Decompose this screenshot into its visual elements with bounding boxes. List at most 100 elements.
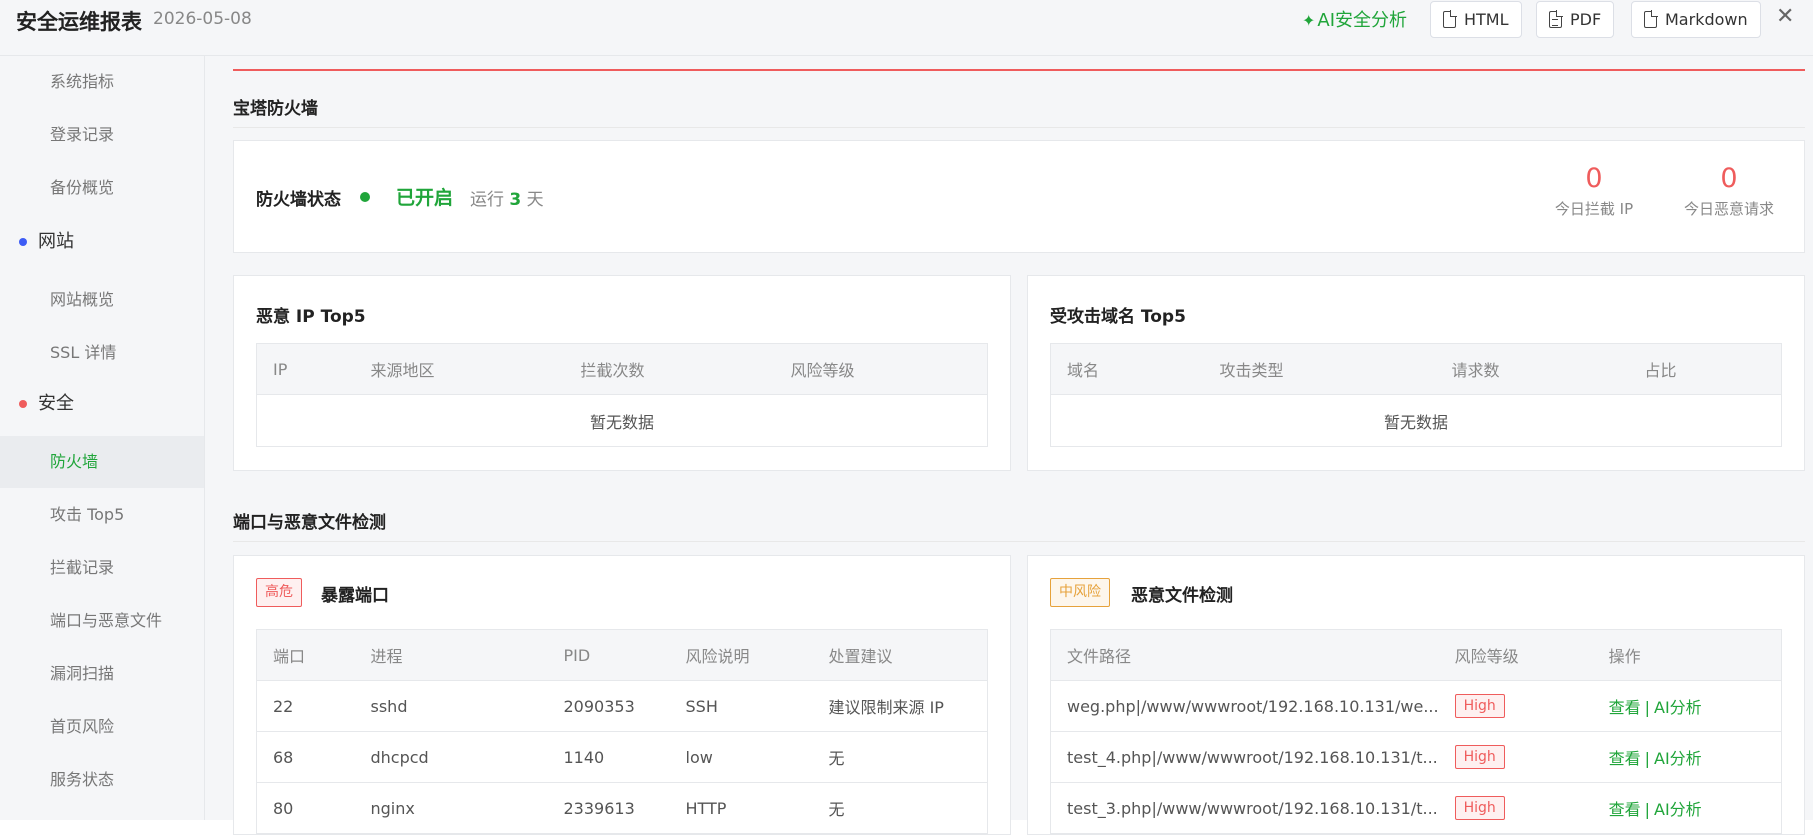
- export-html-button[interactable]: HTML: [1430, 1, 1522, 38]
- table-row: 暂无数据: [1050, 394, 1782, 447]
- sidebar-group-label: 安全: [38, 393, 74, 414]
- column-header: 端口: [256, 629, 355, 681]
- column-header: 风险等级: [774, 343, 988, 395]
- cell-risk: High: [1438, 782, 1593, 834]
- divider: [233, 541, 1805, 542]
- stat-value: 0: [1720, 163, 1738, 194]
- column-header: IP: [256, 343, 355, 395]
- sidebar-item-port-malware[interactable]: 端口与恶意文件: [0, 595, 204, 647]
- table-row: 暂无数据: [256, 394, 988, 447]
- malicious-ip-table: IP 来源地区 拦截次数 风险等级 暂无数据: [256, 343, 988, 447]
- cell-suggestion: 无: [812, 782, 988, 834]
- table-row: 68 dhcpcd 1140 low 无: [256, 731, 988, 783]
- risk-badge: High: [1454, 745, 1505, 769]
- ai-analysis-button[interactable]: ✦ AI安全分析: [1302, 6, 1407, 32]
- ai-analysis-link[interactable]: AI分析: [1654, 749, 1702, 768]
- cell-risk-desc: SSH: [669, 680, 813, 732]
- uptime-suffix: 天: [526, 190, 544, 210]
- cell-file-path: test_4.php|/www/wwwroot/192.168.10.131/t…: [1049, 731, 1439, 783]
- uptime-prefix: 运行: [470, 190, 504, 210]
- cell-port: 22: [256, 680, 355, 732]
- malicious-file-table: 文件路径 风险等级 操作 weg.php|/www/wwwroot/192.16…: [1049, 629, 1782, 834]
- export-markdown-button[interactable]: Markdown: [1631, 1, 1761, 38]
- sidebar-item-website-overview[interactable]: 网站概览: [0, 274, 204, 326]
- section-top-divider: [233, 69, 1805, 71]
- status-dot-icon: [360, 192, 370, 202]
- sparkle-icon: ✦: [1302, 11, 1316, 30]
- top-header: 安全运维报表 2026-05-08 ✦ AI安全分析 HTML PDF Markd…: [0, 0, 1813, 56]
- risk-tag-high: 高危: [256, 578, 302, 607]
- column-header: 进程: [354, 629, 548, 681]
- column-header: 操作: [1592, 629, 1782, 681]
- column-header: 占比: [1628, 343, 1782, 395]
- exposed-ports-table: 端口 进程 PID 风险说明 处置建议 22 sshd 2090353 SSH …: [256, 629, 988, 834]
- table-header-row: 文件路径 风险等级 操作: [1049, 629, 1782, 681]
- port-file-section-title: 端口与恶意文件检测: [233, 513, 386, 533]
- stat-malicious-requests: 0 今日恶意请求: [1664, 163, 1794, 219]
- cell-actions: 查看 | AI分析: [1592, 731, 1782, 783]
- column-header: 域名: [1050, 343, 1204, 395]
- firewall-section-title: 宝塔防火墙: [233, 99, 318, 119]
- group-dot-icon: [19, 238, 27, 246]
- table-row: 80 nginx 2339613 HTTP 无: [256, 782, 988, 834]
- sidebar-item-service-status[interactable]: 服务状态: [0, 754, 204, 806]
- column-header: 文件路径: [1049, 629, 1439, 681]
- table-header-row: 域名 攻击类型 请求数 占比: [1050, 343, 1782, 395]
- cell-actions: 查看 | AI分析: [1592, 782, 1782, 834]
- file-icon: [1644, 10, 1658, 28]
- sidebar-item-login-records[interactable]: 登录记录: [0, 109, 204, 161]
- column-header: 拦截次数: [564, 343, 775, 395]
- cell-process: nginx: [354, 782, 548, 834]
- table-row: weg.php|/www/wwwroot/192.168.10.131/we..…: [1049, 680, 1782, 732]
- view-link[interactable]: 查看: [1609, 698, 1641, 717]
- sidebar-item-homepage-risk[interactable]: 首页风险: [0, 701, 204, 753]
- sidebar-item-attack-top5[interactable]: 攻击 Top5: [0, 489, 204, 541]
- table-row: test_4.php|/www/wwwroot/192.168.10.131/t…: [1049, 731, 1782, 783]
- sidebar-group-label: 网站: [38, 231, 74, 252]
- divider: [233, 127, 1805, 128]
- group-dot-icon: [19, 400, 27, 408]
- sidebar-group-security[interactable]: 安全: [0, 378, 204, 430]
- stat-blocked-ip: 0 今日拦截 IP: [1539, 163, 1649, 219]
- column-header: PID: [547, 629, 670, 681]
- table-header-row: IP 来源地区 拦截次数 风险等级: [256, 343, 988, 395]
- sidebar-item-system-metrics[interactable]: 系统指标: [0, 56, 204, 108]
- ai-analysis-link[interactable]: AI分析: [1654, 698, 1702, 717]
- exposed-ports-title: 暴露端口: [321, 586, 389, 606]
- uptime-days: 3: [509, 190, 522, 210]
- sidebar-item-ssl-details[interactable]: SSL 详情: [0, 327, 204, 379]
- report-title: 安全运维报表: [16, 10, 142, 34]
- stat-label: 今日恶意请求: [1683, 200, 1774, 218]
- table-row: 22 sshd 2090353 SSH 建议限制来源 IP: [256, 680, 988, 732]
- malicious-file-title: 恶意文件检测: [1131, 586, 1233, 606]
- sidebar-item-firewall[interactable]: 防火墙: [0, 436, 204, 488]
- table-header-row: 端口 进程 PID 风险说明 处置建议: [256, 629, 988, 681]
- risk-badge: High: [1454, 694, 1505, 718]
- export-pdf-button[interactable]: PDF: [1536, 1, 1615, 38]
- cell-risk: High: [1438, 680, 1593, 732]
- firewall-uptime: 运行 3 天: [470, 185, 544, 210]
- sidebar-item-block-records[interactable]: 拦截记录: [0, 542, 204, 594]
- column-header: 风险说明: [669, 629, 813, 681]
- sidebar-item-backup-overview[interactable]: 备份概览: [0, 162, 204, 214]
- exposed-ports-card: 高危 暴露端口 端口 进程 PID 风险说明 处置建议 22 sshd 2090…: [233, 555, 1011, 835]
- view-link[interactable]: 查看: [1609, 800, 1641, 819]
- sidebar-item-vuln-scan[interactable]: 漏洞扫描: [0, 648, 204, 700]
- cell-pid: 1140: [547, 731, 670, 783]
- view-link[interactable]: 查看: [1609, 749, 1641, 768]
- export-pdf-label: PDF: [1570, 10, 1602, 29]
- column-header: 风险等级: [1438, 629, 1593, 681]
- attacked-domain-card: 受攻击域名 Top5 域名 攻击类型 请求数 占比 暂无数据: [1027, 275, 1805, 471]
- cell-suggestion: 建议限制来源 IP: [812, 680, 988, 732]
- sidebar-nav: 系统指标 登录记录 备份概览 网站 网站概览 SSL 详情 安全 防火墙 攻击 …: [0, 56, 205, 820]
- malicious-ip-title: 恶意 IP Top5: [256, 307, 366, 327]
- file-icon: [1443, 10, 1457, 28]
- cell-file-path: test_3.php|/www/wwwroot/192.168.10.131/t…: [1049, 782, 1439, 834]
- close-icon[interactable]: ✕: [1776, 4, 1794, 29]
- ai-analysis-link[interactable]: AI分析: [1654, 800, 1702, 819]
- sidebar-group-website[interactable]: 网站: [0, 216, 204, 268]
- empty-state: 暂无数据: [256, 394, 988, 447]
- cell-suggestion: 无: [812, 731, 988, 783]
- ai-analysis-label: AI安全分析: [1317, 10, 1408, 31]
- report-date: 2026-05-08: [153, 9, 252, 29]
